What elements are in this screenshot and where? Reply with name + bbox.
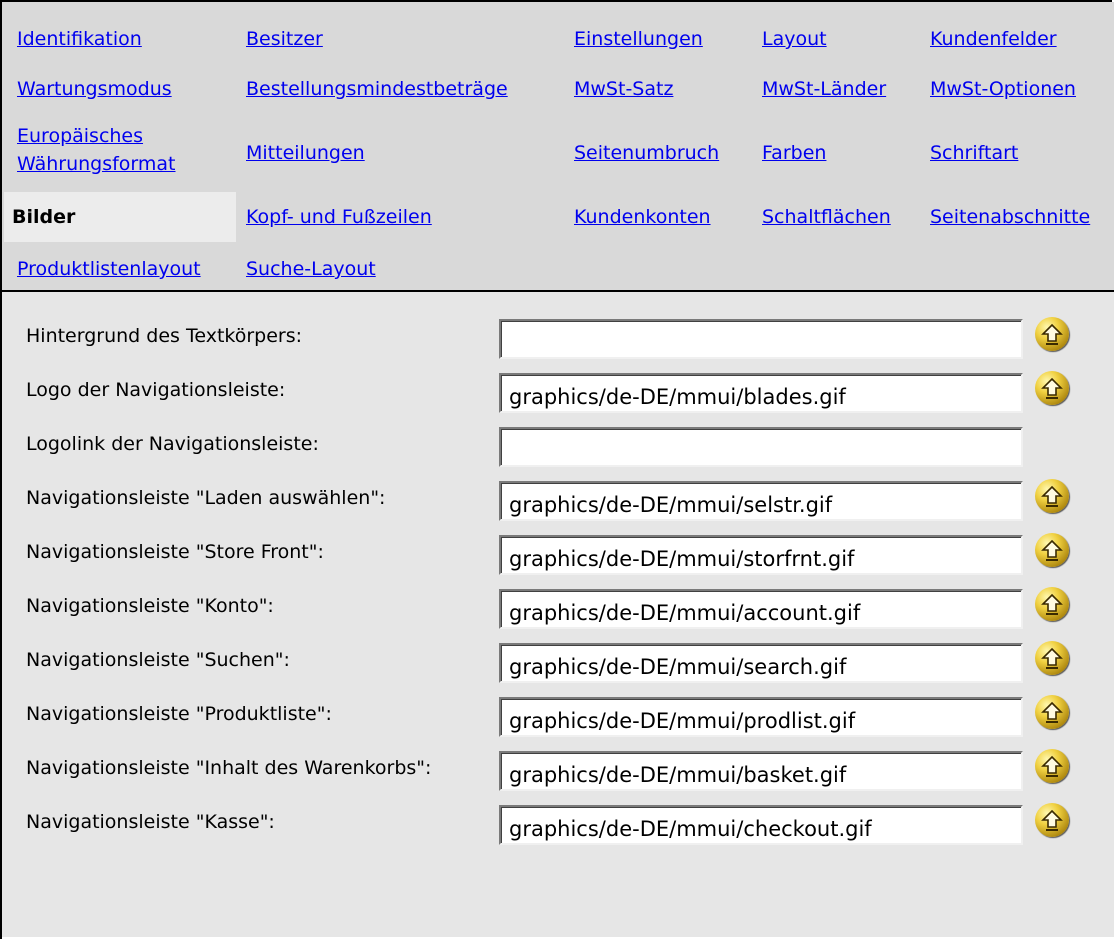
label-kasse: Navigationsleiste "Kasse": <box>26 811 275 833</box>
tab-europaeisches-line2: Währungsformat <box>17 153 176 175</box>
upload-icon[interactable] <box>1035 371 1069 405</box>
tab-mwst-laender[interactable]: MwSt-Länder <box>762 74 886 104</box>
tab-bilder-active[interactable]: Bilder <box>4 192 236 242</box>
tab-kopf-und-fusszeilen[interactable]: Kopf- und Fußzeilen <box>246 202 432 232</box>
field-konto[interactable] <box>499 589 1023 629</box>
label-konto: Navigationsleiste "Konto": <box>26 595 274 617</box>
label-laden-auswaehlen: Navigationsleiste "Laden auswählen": <box>26 487 386 509</box>
tab-bestellungsmindestbetraege[interactable]: Bestellungsmindestbeträge <box>246 74 508 104</box>
upload-icon[interactable] <box>1035 695 1069 729</box>
tab-seitenumbruch[interactable]: Seitenumbruch <box>574 138 719 168</box>
upload-icon[interactable] <box>1035 533 1069 567</box>
field-suchen[interactable] <box>499 643 1023 683</box>
upload-icon[interactable] <box>1035 587 1069 621</box>
upload-icon[interactable] <box>1035 479 1069 513</box>
tab-wartungsmodus[interactable]: Wartungsmodus <box>17 74 172 104</box>
tab-identifikation[interactable]: Identifikation <box>17 24 142 54</box>
tab-schaltflaechen[interactable]: Schaltflächen <box>762 202 891 232</box>
image-settings-panel: Hintergrund des Textkörpers: Logo der Na… <box>2 292 1114 937</box>
tab-layout[interactable]: Layout <box>762 24 827 54</box>
tab-bar: Identifikation Besitzer Einstellungen La… <box>2 2 1114 290</box>
tab-farben[interactable]: Farben <box>762 138 826 168</box>
field-laden-auswaehlen[interactable] <box>499 481 1023 521</box>
field-logo-navigationsleiste[interactable] <box>499 373 1023 413</box>
label-logolink-navigationsleiste: Logolink der Navigationsleiste: <box>26 433 319 455</box>
tab-besitzer[interactable]: Besitzer <box>246 24 323 54</box>
field-kasse[interactable] <box>499 805 1023 845</box>
tab-kundenfelder[interactable]: Kundenfelder <box>930 24 1057 54</box>
label-store-front: Navigationsleiste "Store Front": <box>26 541 324 563</box>
tab-seitenabschnitte[interactable]: Seitenabschnitte <box>930 202 1090 232</box>
field-store-front[interactable] <box>499 535 1023 575</box>
upload-icon[interactable] <box>1035 641 1069 675</box>
tab-suche-layout[interactable]: Suche-Layout <box>246 254 376 284</box>
field-produktliste[interactable] <box>499 697 1023 737</box>
tab-produktlistenlayout[interactable]: Produktlistenlayout <box>17 254 201 284</box>
tab-einstellungen[interactable]: Einstellungen <box>574 24 703 54</box>
tab-mwst-satz[interactable]: MwSt-Satz <box>574 74 673 104</box>
tab-schriftart[interactable]: Schriftart <box>930 138 1018 168</box>
upload-icon[interactable] <box>1035 749 1069 783</box>
label-hintergrund-textkoerper: Hintergrund des Textkörpers: <box>26 325 303 347</box>
label-suchen: Navigationsleiste "Suchen": <box>26 649 290 671</box>
label-produktliste: Navigationsleiste "Produktliste": <box>26 703 332 725</box>
tab-mitteilungen[interactable]: Mitteilungen <box>246 138 365 168</box>
tab-mwst-optionen[interactable]: MwSt-Optionen <box>930 74 1076 104</box>
field-inhalt-warenkorb[interactable] <box>499 751 1023 791</box>
upload-icon[interactable] <box>1035 317 1069 351</box>
label-logo-navigationsleiste: Logo der Navigationsleiste: <box>26 379 286 401</box>
tab-europaeisches-line1: Europäisches <box>17 125 144 147</box>
field-logolink-navigationsleiste[interactable] <box>499 427 1023 467</box>
label-inhalt-warenkorb: Navigationsleiste "Inhalt des Warenkorbs… <box>26 757 432 779</box>
upload-icon[interactable] <box>1035 803 1069 837</box>
field-hintergrund-textkoerper[interactable] <box>499 319 1023 359</box>
tab-kundenkonten[interactable]: Kundenkonten <box>574 202 711 232</box>
tab-europaeisches-waehrungsformat[interactable]: Europäisches Währungsformat <box>17 122 176 178</box>
